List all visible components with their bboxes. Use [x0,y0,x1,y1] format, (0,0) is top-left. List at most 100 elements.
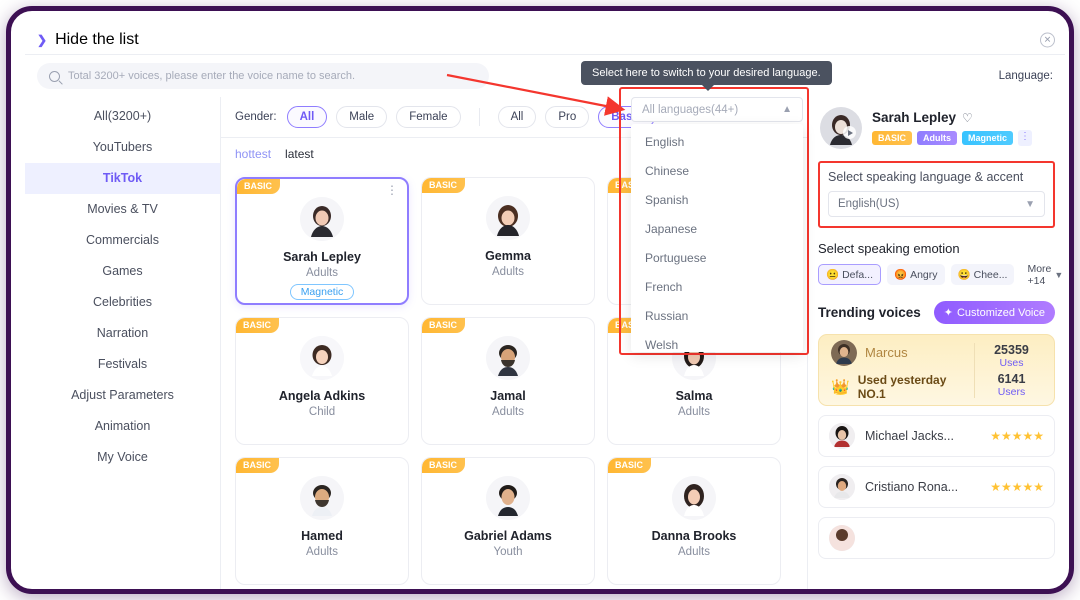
voice-age: Child [308,406,336,418]
voice-detail-panel: Sarah Lepley ♡ BASIC Adults Magnetic ⋮ S… [807,97,1065,589]
selected-voice-header: Sarah Lepley ♡ BASIC Adults Magnetic ⋮ [818,97,1055,161]
rating-stars: ★★★★★ [990,429,1044,443]
plan-badge: BASIC [422,178,466,193]
app-window-frame: ❯ Hide the list ✕ Total 3200+ voices, pl… [6,6,1074,594]
plan-badge: BASIC [422,458,466,473]
trending-voice-row[interactable]: Michael Jacks... ★★★★★ [818,415,1055,457]
chevron-down-icon: ▼ [1025,198,1035,210]
card-more-icon[interactable]: ⋮ [386,184,398,196]
tag-basic: BASIC [872,131,913,145]
tag-magnetic: Magnetic [962,131,1014,145]
voice-name: Gemma [485,249,531,263]
customized-voice-button[interactable]: ✦ Customized Voice [933,301,1055,324]
plan-badge: BASIC [236,318,280,333]
avatar [829,474,855,500]
main-body: All(3200+) YouTubers TikTok Movies & TV … [25,97,1065,589]
sidebar-item-youtubers[interactable]: YouTubers [25,132,220,163]
search-input[interactable]: Total 3200+ voices, please enter the voi… [37,63,489,89]
language-option-portuguese[interactable]: Portuguese [631,244,803,273]
language-option-english[interactable]: English [631,128,803,157]
voice-age: Adults [678,406,710,418]
voice-age: Adults [306,546,338,558]
customized-voice-label: Customized Voice [956,306,1045,319]
accent-select[interactable]: English(US) ▼ [828,191,1045,217]
sidebar-item-games[interactable]: Games [25,256,220,287]
avatar [486,336,530,380]
voice-card-danna-brooks[interactable]: BASIC Danna Brooks Adults [607,457,781,585]
emoji-angry-icon: 😡 [894,269,908,281]
voice-name: Gabriel Adams [464,529,552,543]
avatar [672,476,716,520]
crown-icon: 👑 [831,378,850,396]
speaking-emotion-title: Select speaking emotion [818,241,960,256]
plan-badge: BASIC [236,458,280,473]
plan-badge: BASIC [608,458,652,473]
sidebar: All(3200+) YouTubers TikTok Movies & TV … [25,97,221,589]
plan-badge: BASIC [237,179,281,194]
sidebar-item-my-voice[interactable]: My Voice [25,442,220,473]
language-option-list: English Chinese Spanish Japanese Portugu… [631,124,803,352]
voice-card-sarah-lepley[interactable]: BASIC ⋮ Sarah Lepley Adults Magnetic [235,177,409,305]
close-icon[interactable]: ✕ [1040,32,1055,47]
hide-list-label: Hide the list [55,30,139,48]
marcus-uses-value: 25359 [994,342,1029,357]
voice-card-gabriel-adams[interactable]: BASIC Gabriel Adams Youth [421,457,595,585]
trending-voice-row[interactable]: Cristiano Rona... ★★★★★ [818,466,1055,508]
avatar [300,336,344,380]
voice-card-hamed[interactable]: BASIC Hamed Adults [235,457,409,585]
gender-filter-all[interactable]: All [286,106,328,128]
sort-hottest[interactable]: hottest [235,147,271,161]
voice-name: Danna Brooks [651,529,737,543]
emotion-more-button[interactable]: More +14 ▼ [1020,263,1065,287]
marcus-info: Marcus 👑 Used yesterday NO.1 [825,339,974,401]
sidebar-item-commercials[interactable]: Commercials [25,225,220,256]
rating-stars: ★★★★★ [990,480,1044,494]
emotion-chip-default[interactable]: 😐 Defa... [818,264,882,285]
sidebar-item-movies-tv[interactable]: Movies & TV [25,194,220,225]
avatar [486,196,530,240]
language-option-chinese[interactable]: Chinese [631,157,803,186]
trending-voice-marcus[interactable]: Marcus 👑 Used yesterday NO.1 25359 Uses … [818,334,1055,406]
play-icon[interactable] [843,126,856,139]
language-option-spanish[interactable]: Spanish [631,186,803,215]
marcus-users-label: Users [997,385,1026,398]
voice-age: Adults [678,546,710,558]
language-option-japanese[interactable]: Japanese [631,215,803,244]
plan-badge: BASIC [422,318,466,333]
language-option-french[interactable]: French [631,273,803,302]
gender-label: Gender: [235,111,277,123]
sidebar-item-narration[interactable]: Narration [25,318,220,349]
emotion-label: Defa... [842,268,874,281]
marcus-users-value: 6141 [997,371,1026,386]
gender-filter-male[interactable]: Male [336,106,388,128]
voice-card-jamal[interactable]: BASIC Jamal Adults [421,317,595,445]
tag-adults: Adults [917,131,958,145]
sidebar-item-animation[interactable]: Animation [25,411,220,442]
sidebar-item-adjust-parameters[interactable]: Adjust Parameters [25,380,220,411]
avatar [300,197,344,241]
trending-title: Trending voices [818,305,921,320]
language-select[interactable]: All languages(44+) ▲ [631,97,803,122]
emotion-chip-cheerful[interactable]: 😀 Chee... [950,264,1015,285]
sort-latest[interactable]: latest [285,147,314,161]
avatar [300,476,344,520]
voice-card-angela-adkins[interactable]: BASIC Angela Adkins Child [235,317,409,445]
language-option-welsh[interactable]: Welsh [631,331,803,352]
hide-the-list-button[interactable]: ❯ Hide the list [37,31,139,49]
speaking-language-section: Select speaking language & accent Englis… [818,161,1055,228]
sidebar-item-tiktok[interactable]: TikTok [25,163,220,194]
language-option-russian[interactable]: Russian [631,302,803,331]
search-placeholder: Total 3200+ voices, please enter the voi… [68,70,356,82]
voice-name: Jamal [490,389,526,403]
voice-card-gemma[interactable]: BASIC Gemma Adults [421,177,595,305]
trending-voice-row[interactable] [818,517,1055,559]
top-bar: ❯ Hide the list ✕ [25,25,1065,55]
more-vertical-icon[interactable]: ⋮ [1018,130,1033,146]
sidebar-item-celebrities[interactable]: Celebrities [25,287,220,318]
sidebar-item-festivals[interactable]: Festivals [25,349,220,380]
heart-icon[interactable]: ♡ [962,111,973,125]
emotion-chip-angry[interactable]: 😡 Angry [887,264,945,285]
voice-age: Adults [492,406,524,418]
sidebar-item-all[interactable]: All(3200+) [25,101,220,132]
search-icon [49,70,60,82]
